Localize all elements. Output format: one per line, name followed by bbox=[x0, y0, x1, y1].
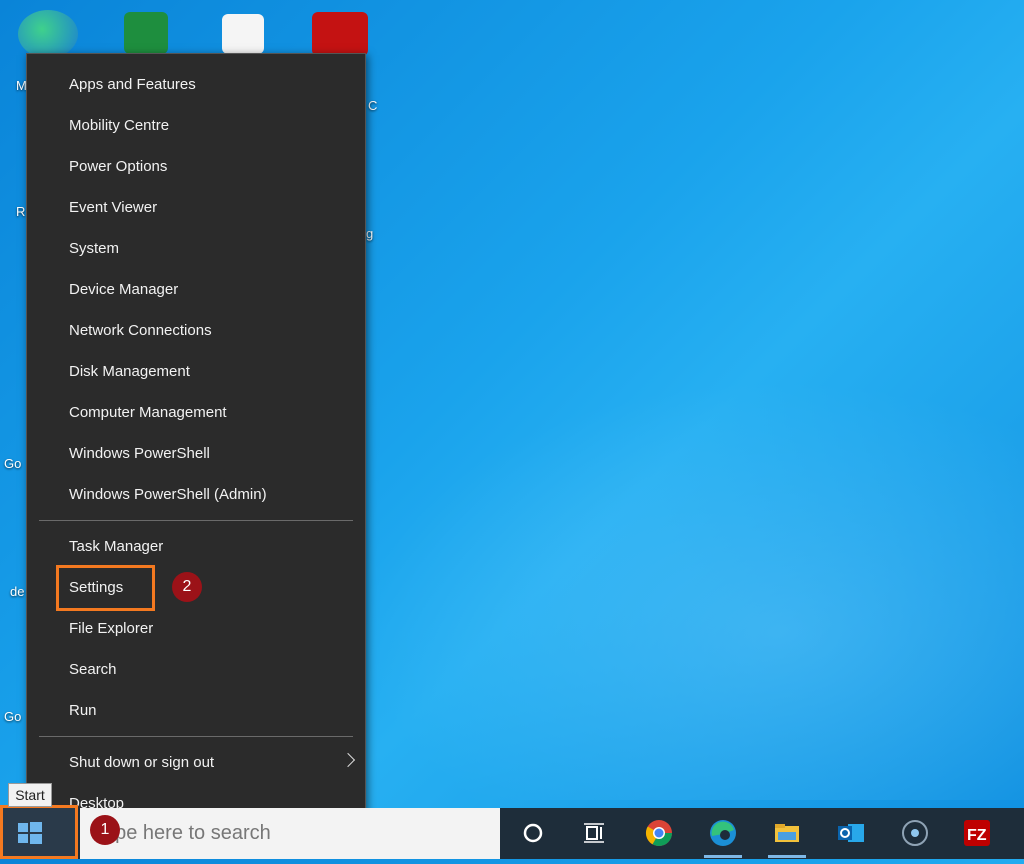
desktop-label-fragment: C bbox=[368, 98, 378, 113]
menu-item-windows-powershell[interactable]: Windows PowerShell bbox=[27, 433, 365, 474]
menu-item-system[interactable]: System bbox=[27, 228, 365, 269]
desktop-label-fragment: g bbox=[366, 226, 374, 241]
winx-context-menu: Apps and Features Mobility Centre Power … bbox=[26, 53, 366, 834]
step-2-badge: 2 bbox=[172, 572, 202, 602]
file-explorer-icon[interactable] bbox=[772, 818, 802, 848]
search-placeholder: Type here to search bbox=[94, 822, 271, 844]
document-desktop-icon[interactable] bbox=[222, 14, 264, 54]
menu-item-network-connections[interactable]: Network Connections bbox=[27, 310, 365, 351]
menu-item-computer-management[interactable]: Computer Management bbox=[27, 392, 365, 433]
taskbar-search-input[interactable]: Type here to search bbox=[80, 808, 500, 859]
step-1-badge: 1 bbox=[90, 815, 120, 845]
start-tooltip: Start bbox=[8, 783, 52, 807]
menu-item-event-viewer[interactable]: Event Viewer bbox=[27, 187, 365, 228]
edge-active-indicator bbox=[704, 855, 742, 858]
task-view-icon[interactable] bbox=[580, 818, 610, 848]
menu-separator bbox=[39, 736, 353, 737]
menu-item-shut-down-or-sign-out[interactable]: Shut down or sign out bbox=[27, 742, 365, 783]
filezilla-icon[interactable]: FZ bbox=[962, 818, 992, 848]
desktop-label-fragment: Go bbox=[4, 456, 22, 471]
file-explorer-active-indicator bbox=[768, 855, 806, 858]
menu-item-file-explorer[interactable]: File Explorer bbox=[27, 608, 365, 649]
start-highlight-box bbox=[0, 805, 78, 859]
menu-item-windows-powershell-admin[interactable]: Windows PowerShell (Admin) bbox=[27, 474, 365, 515]
menu-separator bbox=[39, 520, 353, 521]
desktop-background-glow bbox=[360, 380, 1024, 800]
edge-icon[interactable] bbox=[708, 818, 738, 848]
edge-desktop-icon[interactable] bbox=[18, 10, 78, 58]
menu-item-run[interactable]: Run bbox=[27, 690, 365, 731]
menu-item-device-manager[interactable]: Device Manager bbox=[27, 269, 365, 310]
menu-item-power-options[interactable]: Power Options bbox=[27, 146, 365, 187]
menu-item-task-manager[interactable]: Task Manager bbox=[27, 526, 365, 567]
chevron-right-icon bbox=[340, 752, 356, 768]
desktop-label-fragment: de bbox=[10, 584, 25, 599]
desktop-label-fragment: R bbox=[16, 204, 26, 219]
desktop-label-fragment: Go bbox=[4, 709, 22, 724]
outlook-icon[interactable] bbox=[836, 818, 866, 848]
sheets-desktop-icon[interactable] bbox=[124, 12, 168, 54]
settings-highlight-box bbox=[56, 565, 155, 611]
menu-item-mobility-centre[interactable]: Mobility Centre bbox=[27, 105, 365, 146]
app-circle-icon[interactable] bbox=[900, 818, 930, 848]
menu-item-apps-and-features[interactable]: Apps and Features bbox=[27, 64, 365, 105]
chrome-icon[interactable] bbox=[644, 818, 674, 848]
menu-item-disk-management[interactable]: Disk Management bbox=[27, 351, 365, 392]
menu-item-search[interactable]: Search bbox=[27, 649, 365, 690]
cortana-icon[interactable] bbox=[518, 818, 548, 848]
acrobat-desktop-icon[interactable] bbox=[312, 12, 368, 56]
svg-text:FZ: FZ bbox=[967, 827, 987, 844]
menu-item-label: Shut down or sign out bbox=[69, 754, 215, 771]
